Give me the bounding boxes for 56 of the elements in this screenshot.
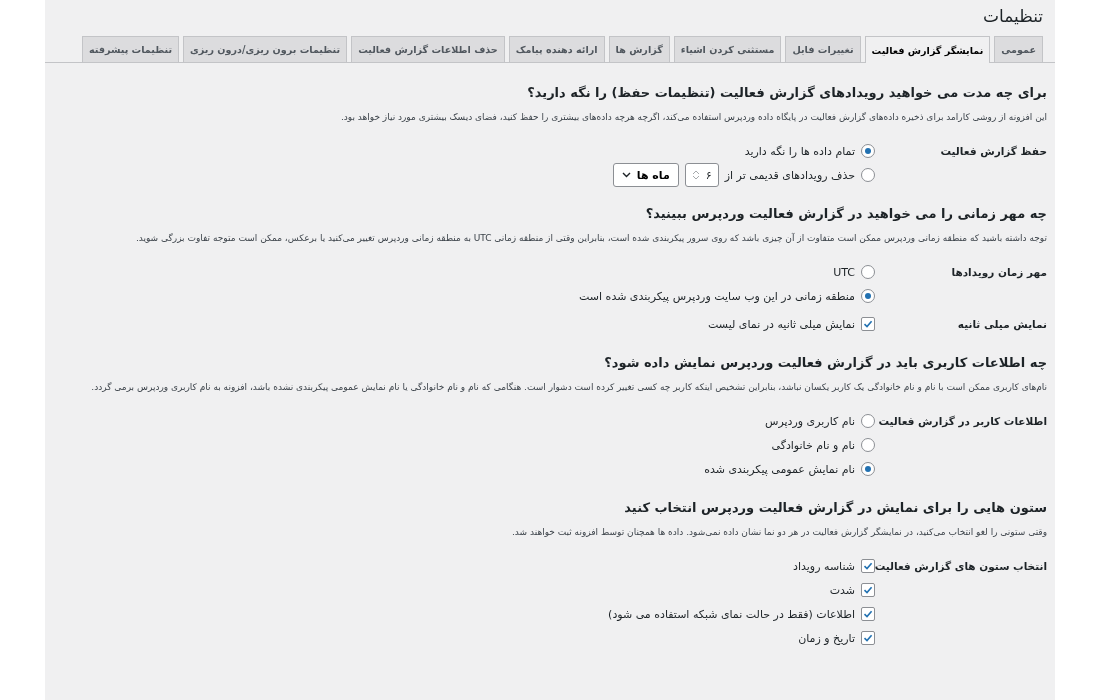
checkmark-icon xyxy=(863,585,873,595)
option-label: نام نمایش عمومی پیکربندی شده xyxy=(704,462,855,476)
section-description: این افزونه از روشی کارامد برای ذخیره داده‌های گزارش فعالیت در پایگاه داده وردپرس استفاده می‌کند، اگرچه هرچه داده‌های بیشتری را حفظ کنید، فضای دیسک بیشتری مورد نیاز خواهد بود. xyxy=(339,112,1047,122)
setting-label: انتخاب ستون های گزارش فعالیت xyxy=(875,559,1047,572)
section-description: توجه داشته باشید که منطقه زمانی وردپرس ممکن است متفاوت از آن چیزی باشد که روی سرور پیکربندی شده است، بنابراین وقتی از منطقه زمانی UTC به منطقه زمانی وردپرس تغییر می‌کنید یا برعکس، ممکن است متوجه تفاوت بزرگی شوید. xyxy=(134,233,1047,243)
checkbox[interactable] xyxy=(861,631,875,645)
checkmark-icon xyxy=(863,633,873,643)
section-heading: ستون هایی را برای نمایش در گزارش فعالیت وردپرس انتخاب کنید xyxy=(623,500,1047,515)
number-field[interactable]: ۶ xyxy=(684,163,719,187)
spinner-icon xyxy=(691,169,700,181)
checkbox[interactable] xyxy=(861,317,875,331)
radio-button[interactable] xyxy=(861,144,875,158)
radio-button[interactable] xyxy=(861,438,875,452)
option-label: تمام داده ها را نگه دارید xyxy=(744,144,855,158)
option-label: نمایش میلی ثانیه در نمای لیست xyxy=(708,317,855,331)
settings-tab[interactable]: نمایشگر گزارش فعالیت xyxy=(864,36,991,63)
option-label: شدت xyxy=(829,583,855,597)
radio-button[interactable] xyxy=(861,414,875,428)
setting-label: حفظ گزارش فعالیت xyxy=(939,144,1047,157)
checkbox[interactable] xyxy=(861,559,875,573)
settings-tab[interactable]: تنظیمات برون ریزی/درون ریزی xyxy=(183,36,348,62)
settings-tab[interactable]: عمومی xyxy=(994,36,1043,62)
section-heading: برای چه مدت می خواهید رویدادهای گزارش فعالیت (تنظیمات حفظ) را نگه دارید؟ xyxy=(526,85,1047,100)
section-description: نام‌های کاربری ممکن است با نام و نام خانوادگی یک کاربر یکسان نباشد، بنابراین تشخیص اینکه کاربر چه کسی تغییر کرده است دشوار است. هنگامی که نام و نام خانوادگی یا نام نمایش عمومی پیکربندی نشده باشد، افزونه به نام کاربری وردپرس برمی گردد. xyxy=(90,382,1047,392)
chevron-down-icon xyxy=(621,172,631,178)
checkmark-icon xyxy=(863,609,873,619)
option-label: شناسه رویداد xyxy=(793,559,855,573)
checkmark-icon xyxy=(863,319,873,329)
option-label: UTC xyxy=(833,265,855,279)
radio-button[interactable] xyxy=(861,265,875,279)
option-label: اطلاعات (فقط در حالت نمای شبکه استفاده می شود) xyxy=(608,607,855,621)
settings-tab[interactable]: ارائه دهنده پیامک xyxy=(508,36,605,62)
section-heading: چه اطلاعات کاربری باید در گزارش فعالیت وردپرس نمایش داده شود؟ xyxy=(603,355,1047,370)
settings-tab[interactable]: تنظیمات پیشرفته xyxy=(82,36,180,62)
settings-tab[interactable]: مستثنی کردن اشیاء xyxy=(673,36,782,62)
settings-tab[interactable]: تغییرات فایل xyxy=(785,36,861,62)
checkmark-icon xyxy=(863,561,873,571)
option-label: حذف رویدادهای قدیمی تر از xyxy=(724,168,855,182)
checkbox[interactable] xyxy=(861,583,875,597)
page-title: تنظیمات xyxy=(982,5,1044,28)
option-label: تاریخ و زمان xyxy=(798,631,855,645)
radio-button[interactable] xyxy=(861,462,875,476)
option-label: منطقه زمانی در این وب سایت وردپرس پیکربندی شده است xyxy=(579,289,855,303)
unit-select[interactable]: ماه ها xyxy=(612,163,679,187)
settings-tab[interactable]: حذف اطلاعات گزارش فعالیت xyxy=(351,36,505,62)
settings-tab[interactable]: گزارش ها xyxy=(608,36,670,62)
option-label: نام و نام خانوادگی xyxy=(771,438,855,452)
setting-label: نمایش میلی ثانیه xyxy=(956,317,1047,330)
option-label: نام کاربری وردپرس xyxy=(765,414,855,428)
radio-button[interactable] xyxy=(861,289,875,303)
setting-label: اطلاعات کاربر در گزارش فعالیت xyxy=(877,414,1047,427)
section-heading: چه مهر زمانی را می خواهید در گزارش فعالیت وردپرس ببینید؟ xyxy=(644,206,1047,221)
checkbox[interactable] xyxy=(861,607,875,621)
section-description: وقتی ستونی را لغو انتخاب می‌کنید، در نمایشگر گزارش فعالیت در هر دو نما نشان داده نمی‌شود. داده ها همچنان توسط افزونه ثبت خواهند شد. xyxy=(510,527,1047,537)
radio-button[interactable] xyxy=(861,168,875,182)
setting-label: مهر زمان رویدادها xyxy=(950,265,1047,278)
